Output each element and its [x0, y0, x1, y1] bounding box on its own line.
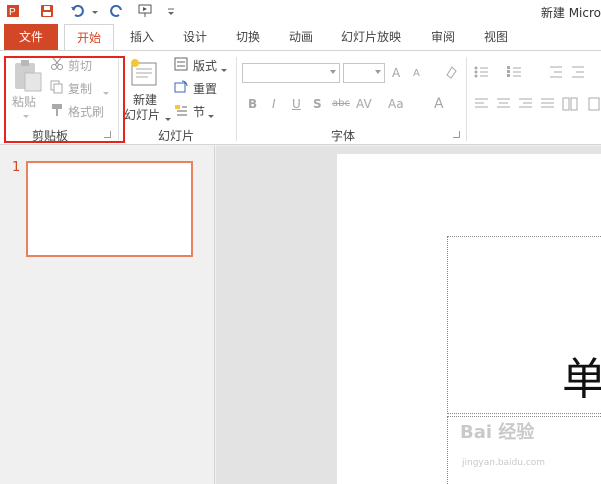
align-left-icon[interactable] [474, 97, 490, 114]
clear-formatting-icon[interactable] [444, 65, 458, 82]
decrease-indent-icon[interactable] [548, 65, 564, 82]
bold-button[interactable]: B [248, 97, 257, 111]
font-group-label: 字体 [331, 129, 356, 143]
strikethrough-button[interactable]: abc [332, 98, 350, 109]
grow-font-icon[interactable]: A [392, 66, 400, 80]
numbering-icon[interactable] [507, 65, 529, 82]
tab-insert[interactable]: 插入 [128, 24, 156, 50]
slide-thumbnail[interactable] [26, 161, 193, 257]
undo-dropdown-icon[interactable] [86, 2, 104, 20]
powerpoint-logo-icon: P [4, 2, 22, 20]
text-shadow-button[interactable]: S [313, 97, 322, 111]
watermark: Bai 经验 [460, 422, 535, 443]
section-icon [174, 103, 188, 120]
tab-home[interactable]: 开始 [64, 24, 114, 51]
font-color-button[interactable]: A [434, 96, 444, 112]
slide-thumbnail-pane: 1 [0, 146, 215, 484]
change-case-button[interactable]: Aa [388, 97, 404, 111]
section-dropdown-icon[interactable] [207, 109, 215, 123]
increase-indent-icon[interactable] [570, 65, 586, 82]
underline-button[interactable]: U [292, 97, 301, 111]
tab-file[interactable]: 文件 [4, 24, 58, 50]
document-title: 新建 Micro [540, 6, 601, 20]
tab-animations[interactable]: 动画 [287, 24, 315, 50]
columns-icon[interactable] [562, 97, 578, 114]
layout-dropdown-icon[interactable] [220, 63, 228, 77]
layout-icon [174, 57, 188, 74]
shrink-font-icon[interactable]: A [413, 68, 420, 79]
svg-text:P: P [9, 7, 16, 18]
slide-number: 1 [12, 160, 21, 175]
save-icon[interactable] [38, 2, 56, 20]
tab-design[interactable]: 设计 [181, 24, 209, 50]
font-launcher-icon[interactable] [453, 131, 460, 138]
ribbon-home: 粘贴 剪切 复制 格式刷 剪贴板 新建 幻灯片 版式 重置 节 幻灯片 A A … [0, 50, 601, 145]
bullets-icon[interactable] [474, 65, 496, 82]
highlight-annotation [4, 56, 125, 143]
text-direction-icon[interactable] [588, 97, 600, 114]
italic-button[interactable]: I [272, 97, 276, 111]
slide-editor [216, 146, 601, 484]
tab-slideshow[interactable]: 幻灯片放映 [340, 24, 402, 50]
section-button[interactable]: 节 [193, 103, 205, 120]
new-slide-dropdown-icon[interactable] [164, 112, 172, 126]
tab-view[interactable]: 视图 [482, 24, 510, 50]
watermark-url: jingyan.baidu.com [462, 458, 546, 468]
title-text: 单 [562, 354, 601, 405]
reset-button[interactable]: 重置 [193, 80, 217, 97]
new-slide-icon[interactable] [128, 57, 160, 92]
title-bar: P 新建 Micro [0, 0, 601, 24]
redo-icon[interactable] [108, 2, 126, 20]
font-name-combobox[interactable] [242, 63, 340, 83]
layout-button[interactable]: 版式 [193, 57, 217, 74]
align-center-icon[interactable] [496, 97, 512, 114]
group-separator [236, 57, 237, 141]
slideshow-from-start-icon[interactable] [136, 2, 154, 20]
align-right-icon[interactable] [518, 97, 534, 114]
group-separator [466, 57, 467, 141]
font-size-combobox[interactable] [343, 63, 385, 83]
slides-group-label: 幻灯片 [158, 129, 195, 143]
new-slide-label-line2[interactable]: 幻灯片 [124, 106, 160, 123]
tab-review[interactable]: 审阅 [429, 24, 457, 50]
character-spacing-button[interactable]: AV [356, 97, 372, 111]
reset-icon [174, 80, 188, 97]
ribbon-tab-bar: 文件 开始 插入 设计 切换 动画 幻灯片放映 审阅 视图 [0, 24, 601, 51]
justify-icon[interactable] [540, 97, 556, 114]
customize-qat-icon[interactable] [162, 2, 180, 20]
tab-transitions[interactable]: 切换 [234, 24, 262, 50]
undo-icon[interactable] [68, 2, 86, 20]
